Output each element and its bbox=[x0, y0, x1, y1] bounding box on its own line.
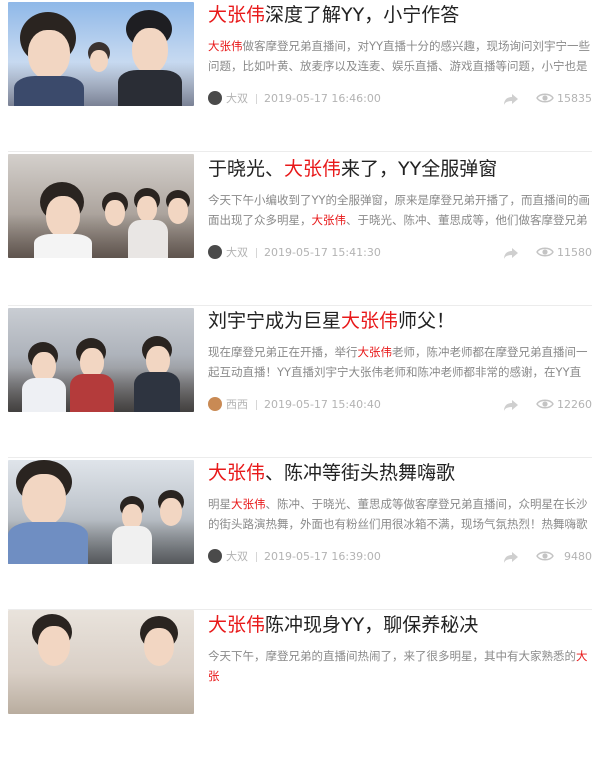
publish-date: 2019-05-17 16:46:00 bbox=[264, 92, 381, 105]
author-avatar[interactable] bbox=[208, 245, 222, 259]
article-meta: 大双 2019-05-17 16:46:00 15835 bbox=[208, 88, 592, 110]
publish-date: 2019-05-17 16:39:00 bbox=[264, 550, 381, 563]
publish-date: 2019-05-17 15:41:30 bbox=[264, 246, 381, 259]
item-divider bbox=[8, 151, 592, 152]
article-item[interactable]: 大张伟、陈冲等街头热舞嗨歌 明星大张伟、陈冲、于晓光、董思成等做客摩登兄弟直播间… bbox=[0, 458, 600, 610]
author-avatar[interactable] bbox=[208, 397, 222, 411]
meta-divider bbox=[256, 94, 257, 104]
article-summary: 今天下午，摩登兄弟的直播间热闹了，来了很多明星，其中有大家熟悉的大张 bbox=[208, 646, 592, 686]
article-thumbnail[interactable] bbox=[8, 308, 194, 412]
article-summary: 大张伟做客摩登兄弟直播间，对YY直播十分的感兴趣，现场询问刘宇宁一些问题，比如叶… bbox=[208, 36, 592, 76]
summary-prefix: 今天下午，摩登兄弟的直播间热闹了，来了很多明星，其中有大家熟悉的 bbox=[208, 649, 576, 663]
article-summary: 现在摩登兄弟正在开播，举行大张伟老师，陈冲老师都在摩登兄弟直播间一起互动直播！Y… bbox=[208, 342, 592, 382]
title-text: 师父！ bbox=[398, 310, 456, 332]
summary-text: 、陈冲、于晓光、董思成等做客摩登兄弟直播间，众明星在长沙的街头路演热舞，外面也有… bbox=[208, 497, 588, 531]
summary-prefix: 现在摩登兄弟正在开播，举行 bbox=[208, 345, 358, 359]
author-name[interactable]: 西西 bbox=[226, 394, 248, 416]
share-icon[interactable] bbox=[502, 244, 520, 262]
article-thumbnail[interactable] bbox=[8, 610, 194, 714]
meta-divider bbox=[256, 400, 257, 410]
article-meta: 西西 2019-05-17 15:40:40 12260 bbox=[208, 394, 592, 416]
share-icon[interactable] bbox=[502, 90, 520, 108]
title-highlight: 大张伟 bbox=[341, 310, 399, 332]
share-icon[interactable] bbox=[502, 548, 520, 566]
summary-prefix: 明星 bbox=[208, 497, 231, 511]
article-thumbnail[interactable] bbox=[8, 2, 194, 106]
author-name[interactable]: 大双 bbox=[226, 242, 248, 264]
article-meta: 大双 2019-05-17 15:41:30 11580 bbox=[208, 242, 592, 264]
view-count: 9480 bbox=[564, 550, 592, 563]
title-text: 陈冲现身YY，聊保养秘决 bbox=[265, 614, 479, 636]
title-highlight: 大张伟 bbox=[208, 4, 266, 26]
author-avatar[interactable] bbox=[208, 549, 222, 563]
article-item[interactable]: 大张伟陈冲现身YY，聊保养秘决 今天下午，摩登兄弟的直播间热闹了，来了很多明星，… bbox=[0, 610, 600, 762]
share-icon[interactable] bbox=[502, 396, 520, 414]
title-prefix: 于晓光、 bbox=[208, 158, 285, 180]
article-thumbnail[interactable] bbox=[8, 460, 194, 564]
article-title[interactable]: 于晓光、大张伟来了，YY全服弹窗 bbox=[208, 154, 592, 184]
article-item[interactable]: 大张伟深度了解YY，小宁作答 大张伟做客摩登兄弟直播间，对YY直播十分的感兴趣，… bbox=[0, 0, 600, 152]
summary-highlight: 大张伟 bbox=[208, 39, 243, 53]
article-summary: 明星大张伟、陈冲、于晓光、董思成等做客摩登兄弟直播间，众明星在长沙的街头路演热舞… bbox=[208, 494, 592, 534]
author-avatar[interactable] bbox=[208, 91, 222, 105]
summary-highlight: 大张伟 bbox=[231, 497, 266, 511]
article-title[interactable]: 大张伟陈冲现身YY，聊保养秘决 bbox=[208, 610, 592, 640]
author-name[interactable]: 大双 bbox=[226, 88, 248, 110]
article-title[interactable]: 大张伟深度了解YY，小宁作答 bbox=[208, 0, 592, 30]
eye-icon bbox=[536, 91, 554, 105]
article-title[interactable]: 刘宇宁成为巨星大张伟师父！ bbox=[208, 306, 592, 336]
article-title[interactable]: 大张伟、陈冲等街头热舞嗨歌 bbox=[208, 458, 592, 488]
title-highlight: 大张伟 bbox=[208, 462, 266, 484]
article-meta: 大双 2019-05-17 16:39:00 9480 bbox=[208, 546, 592, 568]
eye-icon bbox=[536, 245, 554, 259]
view-count: 12260 bbox=[557, 398, 592, 411]
article-thumbnail[interactable] bbox=[8, 154, 194, 258]
summary-text: 做客摩登兄弟直播间，对YY直播十分的感兴趣，现场询问刘宇宁一些问题，比如叶黄、放… bbox=[208, 39, 591, 73]
summary-highlight: 大张伟 bbox=[311, 213, 347, 227]
title-text: 深度了解YY，小宁作答 bbox=[265, 4, 460, 26]
view-count: 11580 bbox=[557, 246, 592, 259]
article-summary: 今天下午小编收到了YY的全服弹窗，原来是摩登兄弟开播了，而直播间的画面出现了众多… bbox=[208, 190, 592, 230]
title-prefix: 刘宇宁成为巨星 bbox=[208, 310, 342, 332]
title-highlight: 大张伟 bbox=[284, 158, 342, 180]
article-item[interactable]: 于晓光、大张伟来了，YY全服弹窗 今天下午小编收到了YY的全服弹窗，原来是摩登兄… bbox=[0, 154, 600, 306]
view-count: 15835 bbox=[557, 92, 592, 105]
title-text: 、陈冲等街头热舞嗨歌 bbox=[265, 462, 456, 484]
author-name[interactable]: 大双 bbox=[226, 546, 248, 568]
title-text: 来了，YY全服弹窗 bbox=[341, 158, 498, 180]
meta-divider bbox=[256, 552, 257, 562]
meta-divider bbox=[256, 248, 257, 258]
eye-icon bbox=[536, 549, 554, 563]
article-item[interactable]: 刘宇宁成为巨星大张伟师父！ 现在摩登兄弟正在开播，举行大张伟老师，陈冲老师都在摩… bbox=[0, 306, 600, 458]
publish-date: 2019-05-17 15:40:40 bbox=[264, 398, 381, 411]
eye-icon bbox=[536, 397, 554, 411]
title-highlight: 大张伟 bbox=[208, 614, 266, 636]
summary-highlight: 大张伟 bbox=[357, 345, 393, 359]
